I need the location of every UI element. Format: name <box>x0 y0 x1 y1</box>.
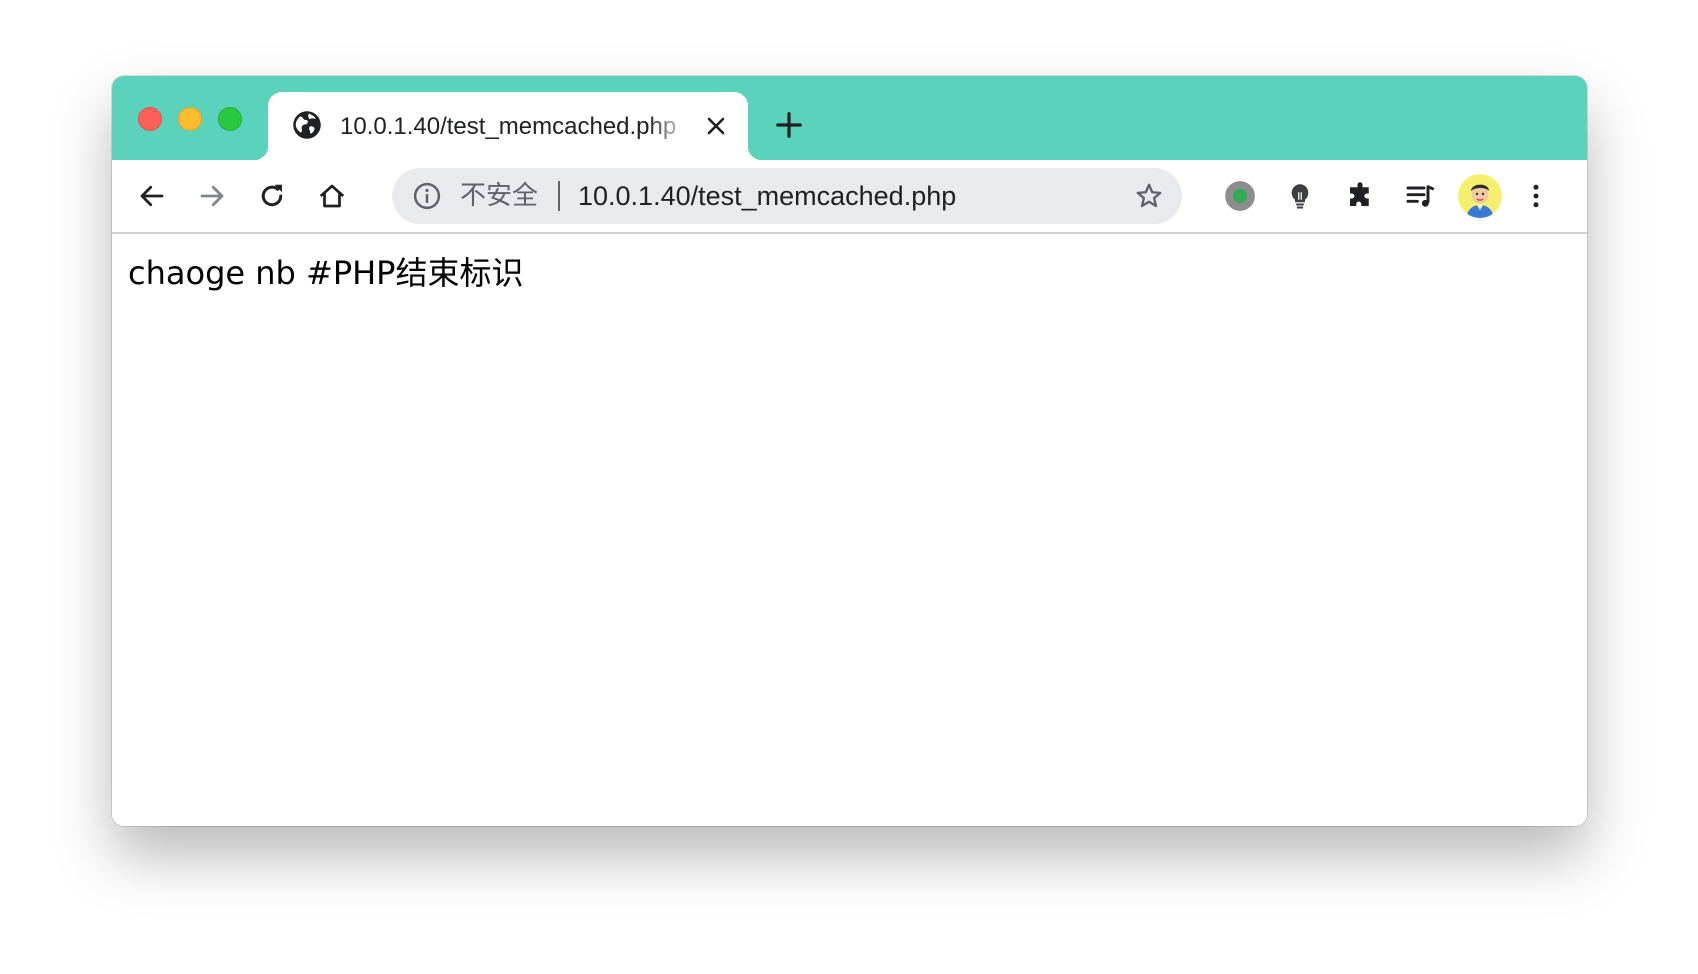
toolbar: 不安全 10.0.1.40/test_memcached.php <box>112 160 1587 234</box>
close-icon[interactable] <box>704 114 728 138</box>
media-queue-icon <box>1406 185 1435 207</box>
reload-button[interactable] <box>252 176 292 216</box>
lightbulb-icon <box>1291 184 1309 209</box>
security-label[interactable]: 不安全 <box>460 180 538 212</box>
maximize-window-button[interactable] <box>218 107 242 131</box>
url-text[interactable]: 10.0.1.40/test_memcached.php <box>578 180 956 212</box>
tab-strip: 10.0.1.40/test_memcached.php <box>112 76 1587 160</box>
lightbulb-extension-icon[interactable] <box>1280 176 1320 216</box>
forward-button[interactable] <box>192 176 232 216</box>
record-icon <box>1225 181 1255 211</box>
page-content: chaoge nb #PHP结束标识 <box>112 234 1587 826</box>
reload-icon <box>261 184 283 207</box>
star-icon[interactable] <box>1134 181 1164 211</box>
green-dot-extension-icon[interactable] <box>1220 176 1260 216</box>
minimize-window-button[interactable] <box>178 107 202 131</box>
arrow-left-icon <box>140 185 164 207</box>
home-button[interactable] <box>312 176 352 216</box>
browser-menu-button[interactable] <box>1516 176 1556 216</box>
tab-title: 10.0.1.40/test_memcached.php <box>340 113 677 140</box>
new-tab-button[interactable] <box>774 110 804 140</box>
active-tab[interactable]: 10.0.1.40/test_memcached.php <box>254 92 762 160</box>
puzzle-icon <box>1350 182 1369 206</box>
kebab-menu-icon <box>1533 184 1539 208</box>
page-body-text: chaoge nb #PHP结束标识 <box>128 254 524 292</box>
home-icon <box>319 184 345 208</box>
info-icon[interactable] <box>412 181 442 211</box>
arrow-right-icon <box>200 185 224 207</box>
globe-icon <box>293 111 321 139</box>
close-window-button[interactable] <box>138 107 162 131</box>
avatar-icon[interactable] <box>1458 174 1502 218</box>
back-button[interactable] <box>132 176 172 216</box>
extensions-button[interactable] <box>1340 176 1380 216</box>
address-bar[interactable]: 不安全 10.0.1.40/test_memcached.php <box>392 168 1182 224</box>
media-queue-button[interactable] <box>1400 176 1440 216</box>
browser-window: 10.0.1.40/test_memcached.php 不安全 10.0.1.… <box>112 76 1587 826</box>
omnibox-divider <box>558 181 560 211</box>
avatar-illustration <box>1458 174 1502 218</box>
